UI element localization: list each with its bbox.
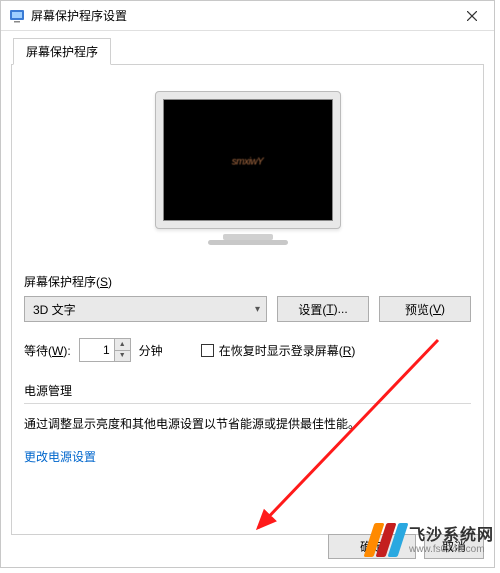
- wait-minutes-spinner[interactable]: ▲ ▼: [79, 338, 131, 362]
- resume-checkbox[interactable]: [201, 344, 214, 357]
- screensaver-settings-dialog: 屏幕保护程序设置 屏幕保护程序 smxiwY 屏幕保护程序(S): [0, 0, 495, 568]
- cancel-button[interactable]: 取消: [424, 534, 484, 559]
- wait-row: 等待(W): ▲ ▼ 分钟 在恢复时显示登录屏幕(R): [24, 338, 471, 362]
- wait-minutes-input[interactable]: [80, 343, 114, 357]
- close-icon: [467, 11, 477, 21]
- ok-button[interactable]: 确定: [328, 534, 416, 559]
- wait-unit: 分钟: [139, 342, 163, 359]
- tab-body: smxiwY 屏幕保护程序(S) 3D 文字 ▾ 设置(T)... 预览(V) …: [11, 65, 484, 535]
- power-divider: [24, 403, 471, 404]
- window-title: 屏幕保护程序设置: [31, 7, 449, 24]
- screensaver-group-label: 屏幕保护程序(S): [24, 273, 471, 290]
- dialog-footer: 确定 取消: [328, 534, 484, 559]
- screensaver-screen: smxiwY: [163, 99, 333, 221]
- power-section-title: 电源管理: [24, 382, 471, 399]
- window-icon: [9, 8, 25, 24]
- screensaver-select-value: 3D 文字: [33, 301, 76, 318]
- tab-screensaver[interactable]: 屏幕保护程序: [13, 38, 111, 65]
- monitor-preview: smxiwY: [155, 91, 341, 245]
- spinner-down-button[interactable]: ▼: [115, 351, 130, 362]
- tabstrip: 屏幕保护程序: [11, 39, 484, 65]
- preview-area: smxiwY: [24, 91, 471, 245]
- screensaver-controls-row: 3D 文字 ▾ 设置(T)... 预览(V): [24, 296, 471, 322]
- change-power-settings-link[interactable]: 更改电源设置: [24, 450, 96, 464]
- chevron-down-icon: ▾: [255, 304, 260, 315]
- resume-checkbox-wrap[interactable]: 在恢复时显示登录屏幕(R): [201, 342, 356, 359]
- power-desc: 通过调整显示亮度和其他电源设置以节省能源或提供最佳性能。: [24, 414, 471, 434]
- close-button[interactable]: [449, 1, 494, 31]
- power-section: 电源管理 通过调整显示亮度和其他电源设置以节省能源或提供最佳性能。 更改电源设置: [24, 382, 471, 465]
- spinner-buttons: ▲ ▼: [114, 339, 130, 361]
- resume-checkbox-label: 在恢复时显示登录屏幕(R): [219, 342, 356, 359]
- preview-button[interactable]: 预览(V): [379, 296, 471, 322]
- titlebar: 屏幕保护程序设置: [1, 1, 494, 31]
- wait-label: 等待(W):: [24, 342, 71, 359]
- screensaver-preview-text: smxiwY: [232, 157, 263, 168]
- spinner-up-button[interactable]: ▲: [115, 339, 130, 351]
- settings-button[interactable]: 设置(T)...: [277, 296, 369, 322]
- screensaver-select[interactable]: 3D 文字 ▾: [24, 296, 267, 322]
